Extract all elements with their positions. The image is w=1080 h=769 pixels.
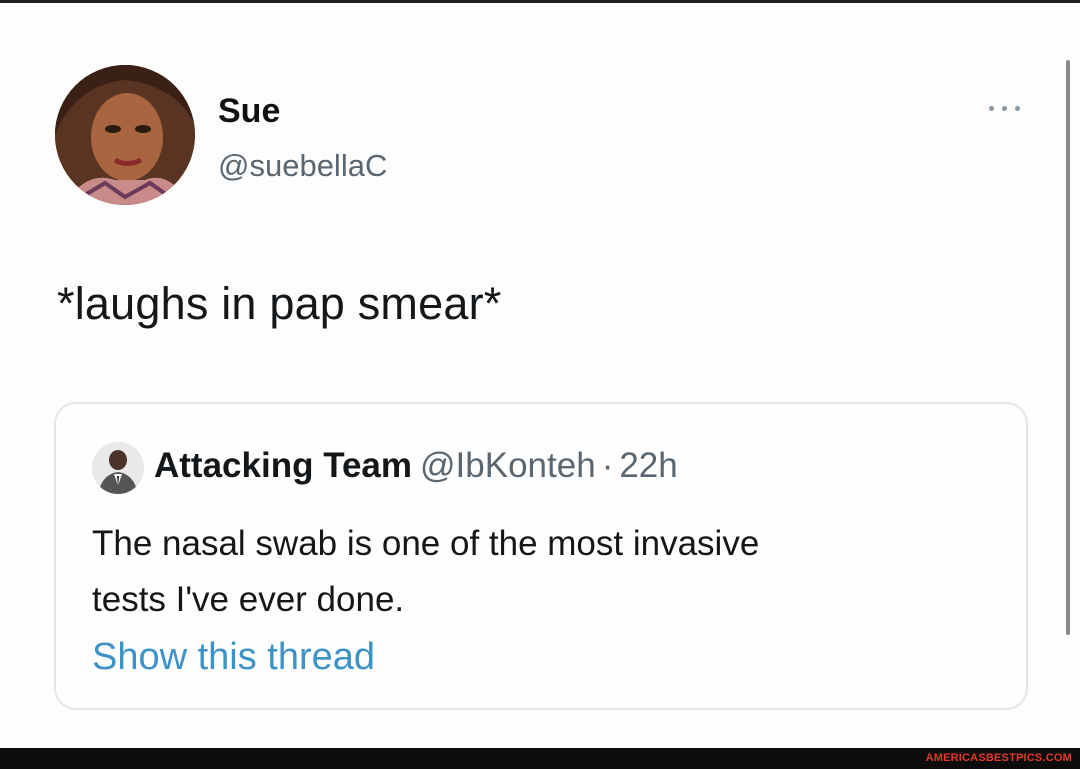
quoted-text-line: The nasal swab is one of the most invasi… xyxy=(92,524,760,563)
scrollbar[interactable] xyxy=(1066,60,1070,635)
more-dot xyxy=(989,106,994,111)
top-edge xyxy=(0,0,1080,3)
watermark-text: AMERICASBESTPICS.COM xyxy=(925,752,1072,764)
more-options-icon[interactable] xyxy=(985,98,1025,118)
more-dot xyxy=(1002,106,1007,111)
quoted-tweet-text: The nasal swab is one of the most invasi… xyxy=(92,516,992,628)
quoted-tweet-card[interactable]: Attacking Team @IbKonteh · 22h The nasal sw… xyxy=(54,402,1028,710)
quoted-author-handle[interactable]: @IbKonteh xyxy=(420,446,596,485)
tweet-screenshot: Sue @suebellaC *laughs in pap smear* Att… xyxy=(0,0,1080,769)
quoted-text-line: tests I've ever done. xyxy=(92,580,405,619)
tweet-text: *laughs in pap smear* xyxy=(57,278,502,329)
author-avatar[interactable] xyxy=(55,65,195,205)
quoted-tweet-header: Attacking Team @IbKonteh · 22h xyxy=(154,446,678,486)
show-thread-link[interactable]: Show this thread xyxy=(92,636,375,679)
separator-dot: · xyxy=(601,446,614,485)
user-avatar-photo-icon xyxy=(92,442,144,494)
quoted-tweet-time[interactable]: 22h xyxy=(619,446,677,485)
watermark-bar xyxy=(0,748,1080,769)
author-handle[interactable]: @suebellaC xyxy=(218,148,387,184)
quoted-author-avatar[interactable] xyxy=(92,442,144,494)
quoted-author-name[interactable]: Attacking Team xyxy=(154,446,412,485)
more-dot xyxy=(1015,106,1020,111)
user-avatar-photo-icon xyxy=(55,65,195,205)
author-name[interactable]: Sue xyxy=(218,92,280,131)
